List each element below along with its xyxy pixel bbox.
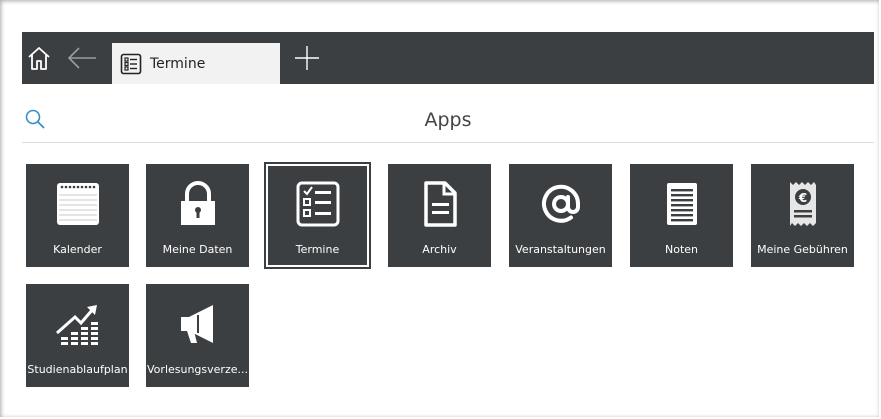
app-tile-label: Meine Daten bbox=[162, 243, 233, 256]
tab-bar: Termine bbox=[22, 32, 874, 84]
app-tile-meine-daten[interactable]: Meine Daten bbox=[146, 164, 249, 267]
home-icon bbox=[28, 47, 50, 70]
app-tile-termine[interactable]: Termine bbox=[264, 162, 371, 269]
page-title: Apps bbox=[424, 109, 472, 131]
checklist-icon bbox=[120, 53, 142, 75]
checklist-icon bbox=[268, 178, 367, 230]
document-icon bbox=[388, 178, 491, 230]
tab-label: Termine bbox=[150, 55, 206, 72]
app-tile-label: Vorlesungsverze... bbox=[147, 363, 248, 376]
app-tile-label: Studienablaufplan bbox=[27, 363, 128, 376]
home-button[interactable] bbox=[22, 32, 56, 84]
at-icon bbox=[509, 178, 612, 230]
notes-icon bbox=[630, 178, 733, 230]
app-tile-archiv[interactable]: Archiv bbox=[388, 164, 491, 267]
app-tile-label: Veranstaltungen bbox=[515, 243, 606, 256]
app-tile-noten[interactable]: Noten bbox=[630, 164, 733, 267]
app-tile-label: Noten bbox=[664, 243, 698, 256]
app-tile-vorlesungsverzeichnis[interactable]: Vorlesungsverze... bbox=[146, 284, 249, 387]
app-tile-label: Meine Gebühren bbox=[757, 243, 848, 256]
receipt-euro-icon: € bbox=[751, 178, 854, 230]
tab-termine[interactable]: Termine bbox=[112, 43, 280, 84]
app-tile-veranstaltungen[interactable]: Veranstaltungen bbox=[509, 164, 612, 267]
arrow-left-icon bbox=[67, 47, 96, 69]
lock-icon bbox=[146, 178, 249, 230]
app-tile-meine-gebuehren[interactable]: € Meine Gebühren bbox=[751, 164, 854, 267]
back-button[interactable] bbox=[62, 32, 102, 84]
plus-icon bbox=[295, 46, 319, 70]
new-tab-button[interactable] bbox=[288, 32, 326, 84]
growth-chart-icon bbox=[26, 298, 129, 350]
app-window: Termine Apps Kalender Meine Daten Termin… bbox=[0, 0, 879, 417]
app-tile-label: Termine bbox=[295, 243, 340, 256]
app-tile-label: Kalender bbox=[53, 243, 102, 256]
app-tile-kalender[interactable]: Kalender bbox=[26, 164, 129, 267]
megaphone-icon bbox=[146, 298, 249, 350]
app-tile-studienablaufplan[interactable]: Studienablaufplan bbox=[26, 284, 129, 387]
search-row: Apps bbox=[22, 96, 874, 143]
app-tile-label: Archiv bbox=[422, 243, 457, 256]
svg-text:€: € bbox=[797, 191, 806, 205]
calendar-icon bbox=[26, 178, 129, 230]
